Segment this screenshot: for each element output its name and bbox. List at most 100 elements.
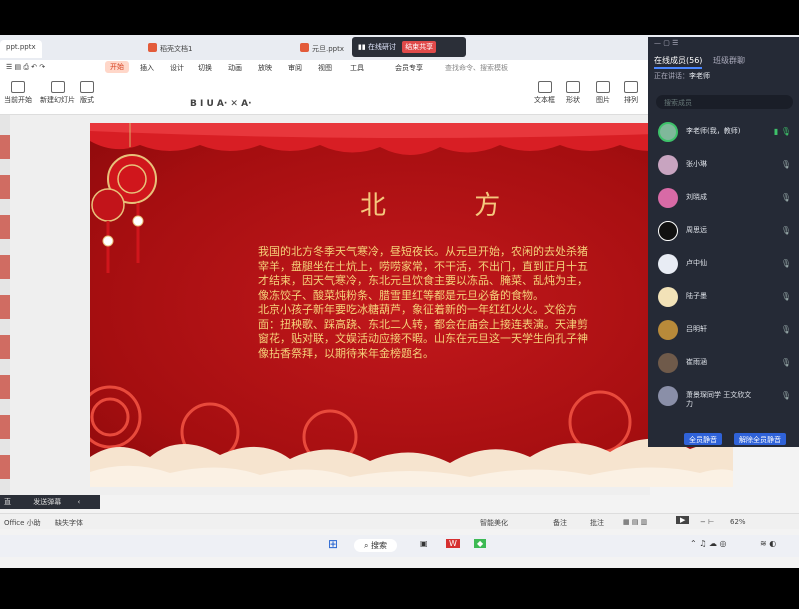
- avatar: [658, 188, 678, 208]
- thumb-3[interactable]: [0, 215, 10, 239]
- thumb-7[interactable]: [0, 375, 10, 399]
- mic-off-icon[interactable]: 🎙: [781, 160, 791, 169]
- play-slideshow-icon[interactable]: ▶: [676, 516, 690, 524]
- mic-off-icon[interactable]: 🎙: [781, 226, 791, 235]
- slide-title: 北 方: [360, 191, 541, 221]
- notes-button[interactable]: 备注: [553, 518, 567, 528]
- signal-icon: ▮▮: [358, 43, 366, 51]
- missing-fonts[interactable]: 缺失字体: [55, 518, 83, 528]
- slide[interactable]: 北 方 我国的北方冬季天气寒冷，昼短夜长。从元旦开始，农闲的去处杀猪宰羊，盘腿坐…: [90, 123, 733, 487]
- current-start-button[interactable]: 当前开始: [4, 81, 32, 105]
- mic-off-icon[interactable]: 🎙: [781, 358, 791, 367]
- panel-window-controls[interactable]: — ▢ ☰: [648, 37, 799, 51]
- wps-icon[interactable]: W: [446, 539, 460, 548]
- mic-off-icon[interactable]: 🎙: [781, 391, 791, 400]
- member-row[interactable]: 李老师(我，教师) ▮ 🎙: [648, 115, 799, 148]
- network-icon[interactable]: ≋ ◐: [760, 539, 776, 548]
- member-row[interactable]: 周思远 🎙: [648, 214, 799, 247]
- barrage-bar[interactable]: 直 发送弹幕 ‹: [0, 495, 100, 509]
- send-barrage-label[interactable]: 发送弹幕: [33, 498, 61, 506]
- thumb-8[interactable]: [0, 415, 10, 439]
- menu-item-transition[interactable]: 切换: [198, 63, 212, 73]
- mute-all-button[interactable]: 全员静音: [684, 433, 722, 445]
- avatar: [658, 386, 678, 406]
- menu-item-start[interactable]: 开始: [105, 61, 129, 73]
- layout-icon: [80, 81, 94, 93]
- layout-button[interactable]: 版式: [80, 81, 94, 105]
- textbox-button[interactable]: 文本框: [534, 81, 555, 105]
- comments-button[interactable]: 批注: [590, 518, 604, 528]
- member-name: 张小琳: [686, 160, 707, 168]
- panel-footer: 全员静音 解除全员静音: [648, 431, 799, 447]
- unmute-all-button[interactable]: 解除全员静音: [734, 433, 786, 445]
- member-name: 周思远: [686, 226, 707, 234]
- zoom-out-icon[interactable]: − ⊢: [700, 518, 714, 526]
- taskbar-search-label: 搜索: [371, 541, 388, 550]
- arrange-label: 排列: [624, 96, 638, 104]
- menu-item-review[interactable]: 审阅: [288, 63, 302, 73]
- slide-icon: [50, 81, 65, 93]
- view-normal-icon[interactable]: ▦ ▤ ▥: [623, 518, 647, 526]
- slide-canvas: 北 方 我国的北方冬季天气寒冷，昼短夜长。从元旦开始，农闲的去处杀猪宰羊，盘腿坐…: [10, 115, 733, 495]
- menu-item-view[interactable]: 视图: [318, 63, 332, 73]
- smart-beautify[interactable]: 智能美化: [480, 518, 508, 528]
- command-search[interactable]: 查找命令、搜索模板: [445, 63, 508, 73]
- member-row[interactable]: 崔雨涵 🎙: [648, 346, 799, 379]
- doc-icon: [148, 43, 157, 52]
- thumb-9[interactable]: [0, 455, 10, 479]
- tab-doc[interactable]: 稻壳文档1: [142, 40, 198, 58]
- mic-off-icon[interactable]: 🎙: [781, 259, 791, 268]
- menu-item-member[interactable]: 会员专享: [395, 63, 423, 73]
- menu-item-tools[interactable]: 工具: [350, 63, 364, 73]
- thumb-2[interactable]: [0, 175, 10, 199]
- member-search-input[interactable]: 搜索成员: [656, 95, 793, 109]
- speaking-label: 正在讲话：: [654, 72, 689, 80]
- office-assistant[interactable]: Office 小助: [4, 518, 41, 528]
- windows-start-icon[interactable]: ⊞: [328, 537, 338, 551]
- tab-class-chat[interactable]: 班级群聊: [713, 56, 745, 65]
- mic-off-icon[interactable]: 🎙: [781, 325, 791, 334]
- slide-thumbnails[interactable]: [0, 115, 10, 495]
- tab-members[interactable]: 在线成员(56): [654, 56, 703, 69]
- new-slide-button[interactable]: 新建幻灯片: [40, 81, 75, 105]
- thumb-4[interactable]: [0, 255, 10, 279]
- member-row[interactable]: 萧景琛同学 王文欣文力 🎙: [648, 379, 799, 412]
- play-icon: [11, 81, 25, 93]
- meeting-tab[interactable]: ▮▮ 在线研讨 结束共享: [352, 37, 466, 57]
- thumb-5[interactable]: [0, 295, 10, 319]
- menu-item-slideshow[interactable]: 放映: [258, 63, 272, 73]
- textbox-icon: [537, 81, 552, 93]
- avatar: [658, 287, 678, 307]
- menu-item-animation[interactable]: 动画: [228, 63, 242, 73]
- format-buttons[interactable]: B I U A· ✕ A·: [190, 99, 252, 109]
- menu-item-design[interactable]: 设计: [170, 63, 184, 73]
- shape-button[interactable]: 形状: [566, 81, 580, 105]
- chevron-left-icon[interactable]: ‹: [77, 498, 80, 506]
- zoom-level[interactable]: 62%: [730, 518, 746, 526]
- mic-off-icon[interactable]: 🎙: [781, 193, 791, 202]
- menu-icons[interactable]: ☰ ▤ ⎙ ↶ ↷: [6, 63, 45, 72]
- slide-body[interactable]: 我国的北方冬季天气寒冷，昼短夜长。从元旦开始，农闲的去处杀猪宰羊，盘腿坐在土炕上…: [258, 245, 598, 361]
- member-row[interactable]: 卢中仙 🎙: [648, 247, 799, 280]
- member-row[interactable]: 张小琳 🎙: [648, 148, 799, 181]
- speaking-indicator: 正在讲话：李老师: [648, 69, 799, 83]
- app-icon[interactable]: ◆: [474, 539, 487, 548]
- taskbar-search[interactable]: ⌕ 搜索: [354, 539, 398, 552]
- member-row[interactable]: 刘晓成 🎙: [648, 181, 799, 214]
- system-tray-icons[interactable]: ⌃ ♫ ☁ ◎: [690, 539, 726, 548]
- tab-ppt[interactable]: 元旦.pptx: [294, 40, 350, 58]
- end-share-button[interactable]: 结束共享: [402, 41, 437, 53]
- picture-button[interactable]: 图片: [596, 81, 610, 105]
- menu-item-insert[interactable]: 插入: [140, 63, 154, 73]
- speaking-name: 李老师: [689, 72, 710, 80]
- thumb-1[interactable]: [0, 135, 10, 159]
- tab-file[interactable]: ppt.pptx: [0, 40, 42, 58]
- member-row[interactable]: 陆子墨 🎙: [648, 280, 799, 313]
- task-view-icon[interactable]: ▣: [420, 539, 428, 548]
- mic-on-icon[interactable]: ▮ 🎙: [774, 127, 791, 136]
- arrange-button[interactable]: 排列: [624, 81, 638, 105]
- textbox-label: 文本框: [534, 96, 555, 104]
- thumb-6[interactable]: [0, 335, 10, 359]
- mic-off-icon[interactable]: 🎙: [781, 292, 791, 301]
- member-row[interactable]: 吕明轩 🎙: [648, 313, 799, 346]
